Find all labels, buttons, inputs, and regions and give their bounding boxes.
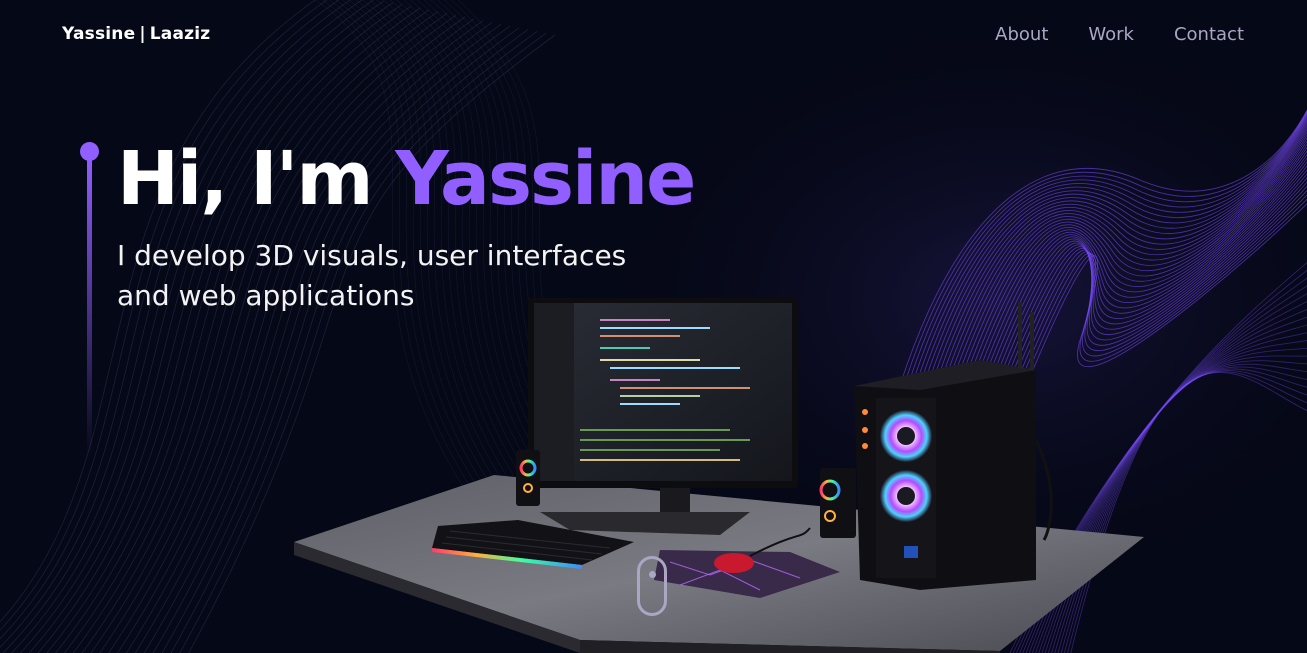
- computer-desk-3d-scene[interactable]: [280, 290, 1160, 653]
- right-speaker: [820, 468, 856, 538]
- logo-separator: |: [139, 24, 146, 44]
- nav-link-about[interactable]: About: [995, 24, 1048, 45]
- nav-link-contact[interactable]: Contact: [1174, 24, 1244, 45]
- logo-first-name: Yassine: [62, 24, 136, 44]
- scroll-down-indicator[interactable]: [637, 556, 667, 616]
- monitor-neck: [660, 488, 690, 514]
- navbar: Yassine | Laaziz About Work Contact: [0, 0, 1307, 70]
- logo-last-name: Laaziz: [149, 24, 211, 44]
- nav-link-work[interactable]: Work: [1088, 24, 1134, 45]
- left-speaker: [516, 450, 540, 506]
- hero-name: Yassine: [395, 136, 696, 222]
- hero-greeting: Hi, I'm: [117, 136, 373, 222]
- hero-headline: Hi, I'm Yassine: [117, 136, 696, 222]
- gaming-mouse: [714, 553, 754, 573]
- accent-gradient-line: [87, 158, 92, 458]
- nav-links: About Work Contact: [995, 24, 1244, 45]
- mouse-scroll-icon: [649, 571, 656, 578]
- site-logo[interactable]: Yassine | Laaziz: [62, 24, 210, 44]
